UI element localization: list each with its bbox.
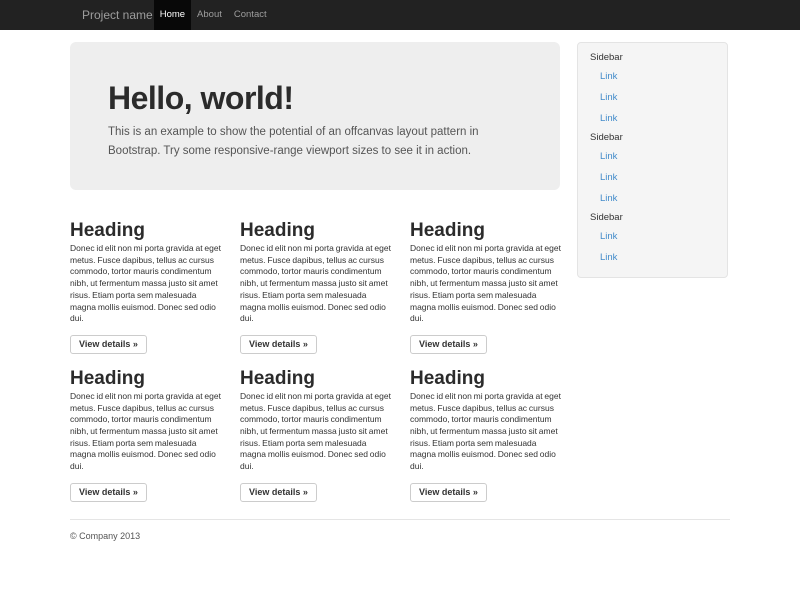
- sidebar-link[interactable]: Link: [590, 226, 715, 247]
- card-body-text: Donec id elit non mi porta gravida at eg…: [410, 243, 563, 325]
- copyright-text: © Company 2013: [70, 531, 730, 541]
- view-details-button[interactable]: View details »: [70, 335, 147, 354]
- content-card: Heading Donec id elit non mi porta gravi…: [240, 220, 393, 354]
- sidebar-link[interactable]: Link: [590, 188, 715, 209]
- sidebar-group-heading: Sidebar: [590, 49, 715, 66]
- jumbotron-description: This is an example to show the potential…: [108, 123, 508, 161]
- navbar: Project name Home About Contact: [0, 0, 800, 30]
- content-card: Heading Donec id elit non mi porta gravi…: [410, 368, 563, 502]
- content-card: Heading Donec id elit non mi porta gravi…: [410, 220, 563, 354]
- card-body-text: Donec id elit non mi porta gravida at eg…: [240, 243, 393, 325]
- card-heading: Heading: [70, 220, 223, 241]
- view-details-button[interactable]: View details »: [410, 335, 487, 354]
- sidebar-link[interactable]: Link: [590, 108, 715, 129]
- card-body-text: Donec id elit non mi porta gravida at eg…: [410, 391, 563, 473]
- card-heading: Heading: [410, 220, 563, 241]
- footer-divider: [70, 519, 730, 520]
- sidebar-link[interactable]: Link: [590, 247, 715, 268]
- sidebar-link[interactable]: Link: [590, 146, 715, 167]
- sidebar: Sidebar Link Link Link Sidebar Link Link…: [577, 42, 728, 278]
- navbar-inner: Project name Home About Contact: [70, 0, 730, 30]
- card-body-text: Donec id elit non mi porta gravida at eg…: [70, 243, 223, 325]
- view-details-button[interactable]: View details »: [70, 483, 147, 502]
- nav-item-home[interactable]: Home: [154, 0, 191, 30]
- view-details-button[interactable]: View details »: [240, 483, 317, 502]
- card-body-text: Donec id elit non mi porta gravida at eg…: [70, 391, 223, 473]
- sidebar-group-heading: Sidebar: [590, 129, 715, 146]
- card-heading: Heading: [70, 368, 223, 389]
- cards-row-1: Heading Donec id elit non mi porta gravi…: [70, 220, 560, 354]
- sidebar-link[interactable]: Link: [590, 167, 715, 188]
- view-details-button[interactable]: View details »: [410, 483, 487, 502]
- content-card: Heading Donec id elit non mi porta gravi…: [70, 220, 223, 354]
- brand-link[interactable]: Project name: [70, 0, 153, 30]
- page-title: Hello, world!: [108, 79, 522, 117]
- sidebar-group-heading: Sidebar: [590, 209, 715, 226]
- content-card: Heading Donec id elit non mi porta gravi…: [240, 368, 393, 502]
- nav-item-contact[interactable]: Contact: [228, 0, 273, 30]
- view-details-button[interactable]: View details »: [240, 335, 317, 354]
- card-heading: Heading: [410, 368, 563, 389]
- cards-row-2: Heading Donec id elit non mi porta gravi…: [70, 368, 560, 502]
- nav-item-about[interactable]: About: [191, 0, 228, 30]
- content-card: Heading Donec id elit non mi porta gravi…: [70, 368, 223, 502]
- jumbotron: Hello, world! This is an example to show…: [70, 42, 560, 190]
- card-heading: Heading: [240, 368, 393, 389]
- card-heading: Heading: [240, 220, 393, 241]
- sidebar-link[interactable]: Link: [590, 87, 715, 108]
- card-body-text: Donec id elit non mi porta gravida at eg…: [240, 391, 393, 473]
- sidebar-link[interactable]: Link: [590, 66, 715, 87]
- main-container: Hello, world! This is an example to show…: [70, 30, 730, 541]
